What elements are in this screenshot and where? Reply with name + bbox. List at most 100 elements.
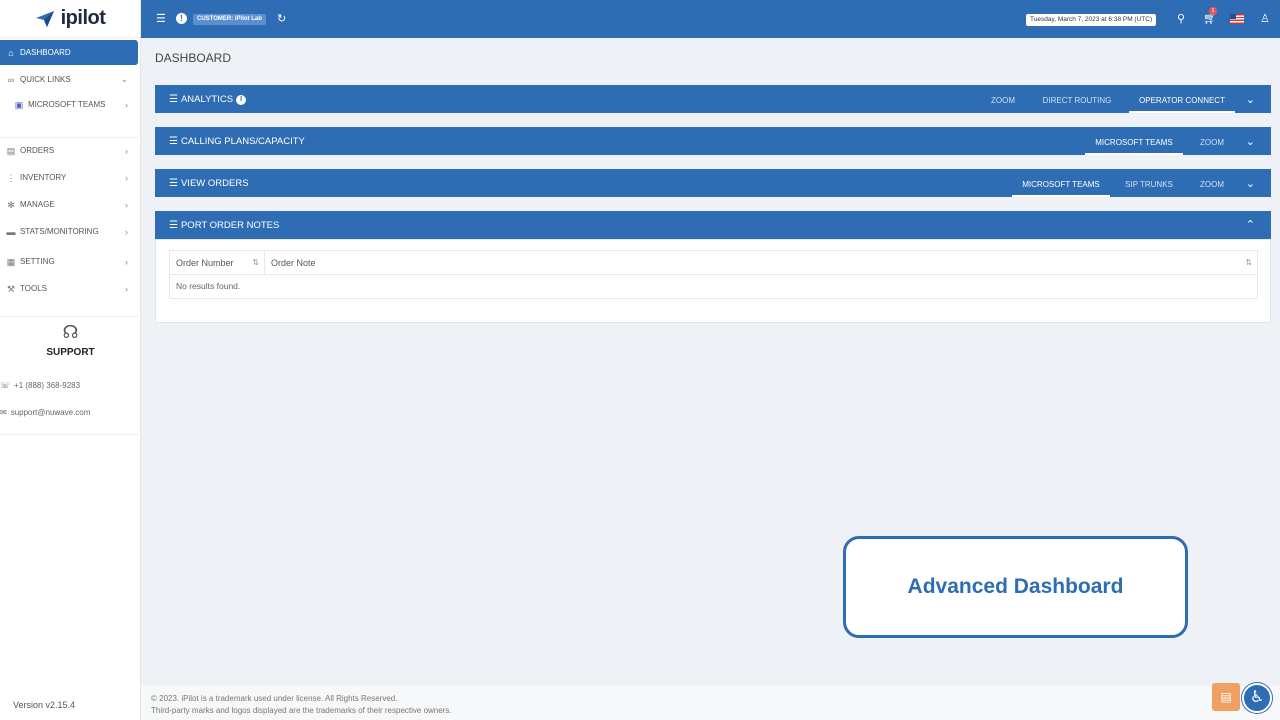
tab-direct-routing[interactable]: DIRECT ROUTING <box>1036 85 1118 113</box>
panel-view-orders: ☰ VIEW ORDERS MICROSOFT TEAMS SIP TRUNKS… <box>155 169 1271 197</box>
phone-icon: ☏ <box>0 381 11 390</box>
sort-icon[interactable]: ⇅ <box>1245 251 1252 275</box>
mail-icon: ✉ <box>0 408 7 417</box>
search-icon[interactable]: ⚲ <box>1177 12 1185 25</box>
gear-icon: ✻ <box>7 199 15 210</box>
chevron-down-icon: ⌄ <box>120 74 128 84</box>
chevron-right-icon: › <box>125 145 128 156</box>
column-header-order-note[interactable]: Order Note ⇅ <box>265 251 1257 274</box>
sidebar-item-stats-monitoring[interactable]: ▬ STATS/MONITORING › <box>0 219 138 244</box>
callout-text: Advanced Dashboard <box>907 575 1124 598</box>
chevron-down-icon[interactable]: ⌄ <box>1246 93 1255 106</box>
chevron-right-icon: › <box>125 99 128 110</box>
port-order-notes-body: Order Number ⇅ Order Note ⇅ No results f… <box>155 239 1271 323</box>
sidebar-item-label: TOOLS <box>20 284 47 293</box>
panel-title-text: PORT ORDER NOTES <box>180 220 280 231</box>
accessibility-icon[interactable]: ♿︎ <box>1242 683 1272 713</box>
datetime-display: Tuesday, March 7, 2023 at 6:38 PM (UTC) <box>1026 14 1157 26</box>
sidebar-item-label: ORDERS <box>20 146 55 155</box>
chevron-right-icon: › <box>125 256 128 267</box>
copyright-text: © 2023. iPilot is a trademark used under… <box>151 694 398 703</box>
sidebar-item-label: SETTING <box>20 257 55 266</box>
panel-title-text: ANALYTICS <box>180 94 234 105</box>
menu-icon: ☰ <box>169 136 178 147</box>
paper-plane-icon <box>35 10 54 27</box>
support-phone[interactable]: ☏ +1 (888) 368-9283 <box>0 381 80 390</box>
logo[interactable]: ipilot <box>0 0 140 38</box>
customer-chip[interactable]: CUSTOMER: iPilot Lab <box>193 14 266 25</box>
sort-icon[interactable]: ⇅ <box>252 251 259 275</box>
support-title: SUPPORT <box>46 347 95 358</box>
chevron-right-icon: › <box>125 172 128 183</box>
chat-widget-button[interactable]: ▤ <box>1212 683 1240 711</box>
footer: © 2023. iPilot is a trademark used under… <box>141 683 1280 720</box>
top-bar: ☰ ! CUSTOMER: iPilot Lab ↻ Tuesday, Marc… <box>141 0 1280 38</box>
info-icon[interactable]: ! <box>176 13 187 24</box>
tab-zoom[interactable]: ZOOM <box>1189 127 1235 155</box>
headset-icon: ☊ <box>62 322 79 342</box>
sidebar-item-label: STATS/MONITORING <box>20 227 99 236</box>
column-header-order-number[interactable]: Order Number ⇅ <box>170 251 265 274</box>
panel-title[interactable]: ☰ PORT ORDER NOTES <box>169 220 279 231</box>
panel-title-text: VIEW ORDERS <box>180 178 249 189</box>
sidebar-item-orders[interactable]: ▤ ORDERS › <box>0 138 138 163</box>
support-email[interactable]: ✉ support@nuwave.com <box>0 408 90 417</box>
home-icon: ⌂ <box>8 47 14 58</box>
chevron-right-icon: › <box>125 226 128 237</box>
settings-icon: ▦ <box>6 256 16 267</box>
version-label: Version v2.15.4 <box>13 700 76 710</box>
teams-icon: ▣ <box>14 99 24 110</box>
sidebar-item-setting[interactable]: ▦ SETTING › <box>0 249 138 274</box>
sidebar: ipilot ⌂ DASHBOARD ∞ QUICK LINKS ⌄ ▣ MIC… <box>0 0 141 720</box>
sidebar-item-quick-links[interactable]: ∞ QUICK LINKS ⌄ <box>0 67 138 92</box>
support-email-text: support@nuwave.com <box>10 408 91 417</box>
chevron-right-icon: › <box>125 283 128 294</box>
panel-title[interactable]: ☰ CALLING PLANS/CAPACITY <box>169 136 305 147</box>
chevron-down-icon[interactable]: ⌄ <box>1246 177 1255 190</box>
menu-icon: ☰ <box>169 178 178 189</box>
port-order-table: Order Number ⇅ Order Note ⇅ No results f… <box>169 250 1258 299</box>
advanced-dashboard-callout: Advanced Dashboard <box>843 536 1188 638</box>
panel-title-text: CALLING PLANS/CAPACITY <box>180 136 305 147</box>
sidebar-item-inventory[interactable]: ⋮ INVENTORY › <box>0 165 138 190</box>
sidebar-item-tools[interactable]: ⚒ TOOLS › <box>0 276 138 301</box>
sidebar-item-manage[interactable]: ✻ MANAGE › <box>0 192 138 217</box>
panel-title[interactable]: ☰ ANALYTICS i <box>169 94 247 105</box>
panel-analytics: ☰ ANALYTICS i ZOOM DIRECT ROUTING OPERAT… <box>155 85 1271 113</box>
sidebar-item-label: MANAGE <box>20 200 55 209</box>
divider <box>0 434 141 435</box>
us-flag-icon[interactable] <box>1230 14 1244 24</box>
panel-title[interactable]: ☰ VIEW ORDERS <box>169 178 249 189</box>
sidebar-item-label: INVENTORY <box>20 173 67 182</box>
orders-icon: ▤ <box>6 145 16 156</box>
chevron-up-icon[interactable]: ⌃ <box>1246 218 1255 231</box>
tab-microsoft-teams[interactable]: MICROSOFT TEAMS <box>1012 169 1110 197</box>
sidebar-item-label: DASHBOARD <box>20 48 71 57</box>
menu-icon: ☰ <box>169 94 178 105</box>
tab-zoom[interactable]: ZOOM <box>1189 169 1235 197</box>
tools-icon: ⚒ <box>6 283 16 294</box>
support-phone-text: +1 (888) 368-9283 <box>14 381 81 390</box>
panel-calling-plans: ☰ CALLING PLANS/CAPACITY MICROSOFT TEAMS… <box>155 127 1271 155</box>
menu-icon: ☰ <box>169 220 178 231</box>
user-icon[interactable]: ♙ <box>1260 12 1270 25</box>
tab-sip-trunks[interactable]: SIP TRUNKS <box>1117 169 1181 197</box>
tab-microsoft-teams[interactable]: MICROSOFT TEAMS <box>1085 127 1183 155</box>
sidebar-item-microsoft-teams[interactable]: ▣ MICROSOFT TEAMS › <box>0 92 138 117</box>
chevron-down-icon[interactable]: ⌄ <box>1246 135 1255 148</box>
refresh-icon[interactable]: ↻ <box>277 12 286 25</box>
sidebar-item-dashboard[interactable]: ⌂ DASHBOARD <box>0 40 138 65</box>
empty-row: No results found. <box>176 281 241 291</box>
inventory-icon: ⋮ <box>6 172 16 183</box>
menu-toggle-icon[interactable]: ☰ <box>156 12 166 25</box>
info-icon[interactable]: i <box>236 94 247 105</box>
tab-zoom[interactable]: ZOOM <box>980 85 1026 113</box>
support-section: ☊ SUPPORT <box>0 322 141 358</box>
divider <box>0 316 141 317</box>
link-icon: ∞ <box>7 74 15 85</box>
logo-text: ipilot <box>60 7 106 29</box>
chevron-right-icon: › <box>125 199 128 210</box>
trademark-text: Third-party marks and logos displayed ar… <box>151 706 452 715</box>
sidebar-item-label: MICROSOFT TEAMS <box>28 100 106 109</box>
tab-operator-connect[interactable]: OPERATOR CONNECT <box>1129 85 1235 113</box>
